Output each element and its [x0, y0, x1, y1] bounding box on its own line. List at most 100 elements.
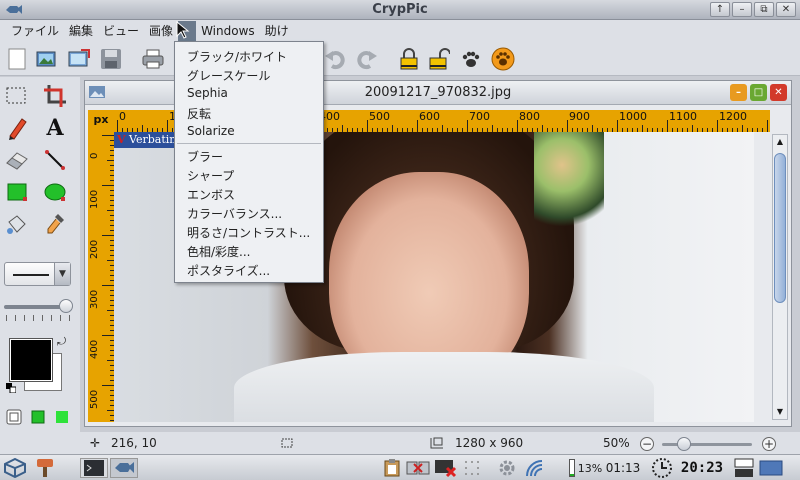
vertical-scrollbar[interactable]: ▲ ▼ [772, 134, 788, 420]
paw-orange-icon[interactable] [490, 46, 516, 72]
eyedropper-icon[interactable] [42, 211, 68, 237]
menu-item-invert[interactable]: 反転 [187, 105, 211, 122]
crop-icon[interactable] [42, 83, 68, 109]
h-ruler-tick [167, 120, 168, 132]
grid-dots-icon[interactable] [462, 458, 482, 478]
reset-colors-icon[interactable] [6, 383, 16, 393]
menu-help[interactable]: 助け [260, 21, 294, 41]
image-close-button[interactable]: ✕ [770, 84, 787, 101]
v-ruler-tick [107, 260, 114, 261]
taskbar-terminal[interactable] [80, 458, 108, 478]
eraser-icon[interactable] [4, 147, 30, 173]
open-image-icon[interactable] [34, 46, 60, 72]
h-ruler-tick [142, 125, 143, 132]
line-style-sample [13, 274, 49, 276]
h-ruler-tick [757, 128, 758, 132]
menu-item-posterize[interactable]: ポスタライズ... [187, 262, 270, 279]
menu-item-grayscale[interactable]: グレースケール [187, 67, 270, 84]
h-ruler-tick [617, 120, 618, 132]
h-ruler-label: 1100 [669, 110, 697, 123]
close-button[interactable]: ✕ [776, 2, 796, 17]
h-ruler-tick [467, 120, 468, 132]
zoom-slider-track[interactable] [662, 443, 752, 446]
menu-item-brightness-contrast[interactable]: 明るさ/コントラスト... [187, 224, 310, 241]
menu-item-solarize[interactable]: Solarize [187, 124, 235, 138]
pencil-icon[interactable] [4, 115, 30, 141]
redo-icon[interactable] [354, 46, 380, 72]
tool-panel: A ▼ ⤾ [0, 77, 80, 432]
show-desktop-icon[interactable] [733, 458, 755, 478]
scroll-down-icon[interactable]: ▼ [773, 405, 787, 419]
v-ruler-label: 300 [89, 289, 100, 309]
zoom-in-button[interactable]: + [762, 437, 776, 451]
menu-file[interactable]: ファイル [6, 21, 64, 41]
v-ruler-tick [102, 185, 114, 186]
ruler-unit-label[interactable]: px [88, 110, 114, 132]
menu-image[interactable]: 画像 [144, 21, 178, 41]
image-effects-menu: ブラック/ホワイト グレースケール Sephia 反転 Solarize ブラー… [174, 41, 324, 283]
ellipse-tool-icon[interactable] [42, 179, 68, 205]
menu-item-emboss[interactable]: エンボス [187, 186, 235, 203]
menu-view[interactable]: ビュー [98, 21, 144, 41]
restore-button[interactable]: ⧉ [754, 2, 774, 17]
taskbar-cryppic[interactable] [110, 458, 138, 478]
settings-gear-icon[interactable] [496, 458, 518, 478]
swap-colors-icon[interactable]: ⤾ [57, 335, 66, 349]
wifi-icon[interactable] [522, 458, 548, 478]
fill-bucket-icon[interactable] [4, 211, 30, 237]
new-file-icon[interactable] [4, 46, 30, 72]
rect-select-icon[interactable] [4, 83, 30, 109]
h-ruler-tick [417, 120, 418, 132]
brush-size-slider[interactable] [59, 299, 73, 313]
rectangle-tool-icon[interactable] [4, 179, 30, 205]
menu-item-sharpen[interactable]: シャープ [187, 167, 234, 184]
v-ruler-tick [107, 160, 114, 161]
menu-item-color-balance[interactable]: カラーバランス... [187, 205, 282, 222]
line-tool-icon[interactable] [42, 147, 68, 173]
lock-icon[interactable] [396, 46, 422, 72]
save-icon[interactable] [98, 46, 124, 72]
h-ruler-label: 700 [469, 110, 490, 123]
alarm-clock-icon[interactable] [650, 458, 674, 478]
v-ruler-tick [107, 210, 114, 211]
menu-edit[interactable]: 編集 [64, 21, 98, 41]
foreground-color-swatch[interactable] [9, 338, 53, 382]
h-ruler-tick [117, 120, 118, 132]
image-minimize-button[interactable]: – [730, 84, 747, 101]
h-ruler-tick [392, 125, 393, 132]
clock[interactable]: 20:23 [678, 458, 726, 478]
export-image-icon[interactable] [66, 46, 92, 72]
line-style-select[interactable]: ▼ [4, 262, 71, 286]
menu-item-sepia[interactable]: Sephia [187, 86, 228, 100]
battery-icon[interactable] [568, 458, 576, 478]
fill-outline-mode-icon[interactable] [30, 409, 46, 425]
scroll-up-icon[interactable]: ▲ [773, 135, 787, 149]
h-ruler-tick [762, 128, 763, 132]
clipboard-icon[interactable] [382, 458, 402, 478]
h-ruler-tick [542, 125, 543, 132]
text-tool-icon[interactable]: A [42, 115, 68, 141]
menu-item-blur[interactable]: ブラー [187, 148, 223, 165]
taskbar: 13% 01:13 20:23 [0, 454, 800, 480]
menu-windows[interactable]: Windows [196, 21, 260, 41]
menu-item-hue-saturation[interactable]: 色相/彩度... [187, 243, 251, 260]
minimize-button[interactable]: – [732, 2, 752, 17]
collapse-up-button[interactable]: ↑ [710, 2, 730, 17]
network-disabled-icon[interactable] [405, 458, 431, 478]
image-maximize-button[interactable]: □ [750, 84, 767, 101]
outline-mode-icon[interactable] [6, 409, 22, 425]
paw-icon[interactable] [458, 46, 484, 72]
display-off-icon[interactable] [432, 458, 458, 478]
zoom-slider[interactable] [677, 437, 691, 451]
paint-launcher-icon[interactable] [30, 458, 60, 478]
unlock-icon[interactable] [426, 46, 452, 72]
menu-item-black-white[interactable]: ブラック/ホワイト [187, 48, 287, 65]
undo-icon[interactable] [322, 46, 348, 72]
workspace-icon[interactable] [758, 458, 784, 478]
h-ruler-tick [342, 125, 343, 132]
start-menu-icon[interactable] [2, 458, 28, 478]
zoom-out-button[interactable]: − [640, 437, 654, 451]
scroll-thumb[interactable] [774, 153, 786, 303]
fill-mode-icon[interactable] [54, 409, 70, 425]
print-icon[interactable] [140, 46, 166, 72]
